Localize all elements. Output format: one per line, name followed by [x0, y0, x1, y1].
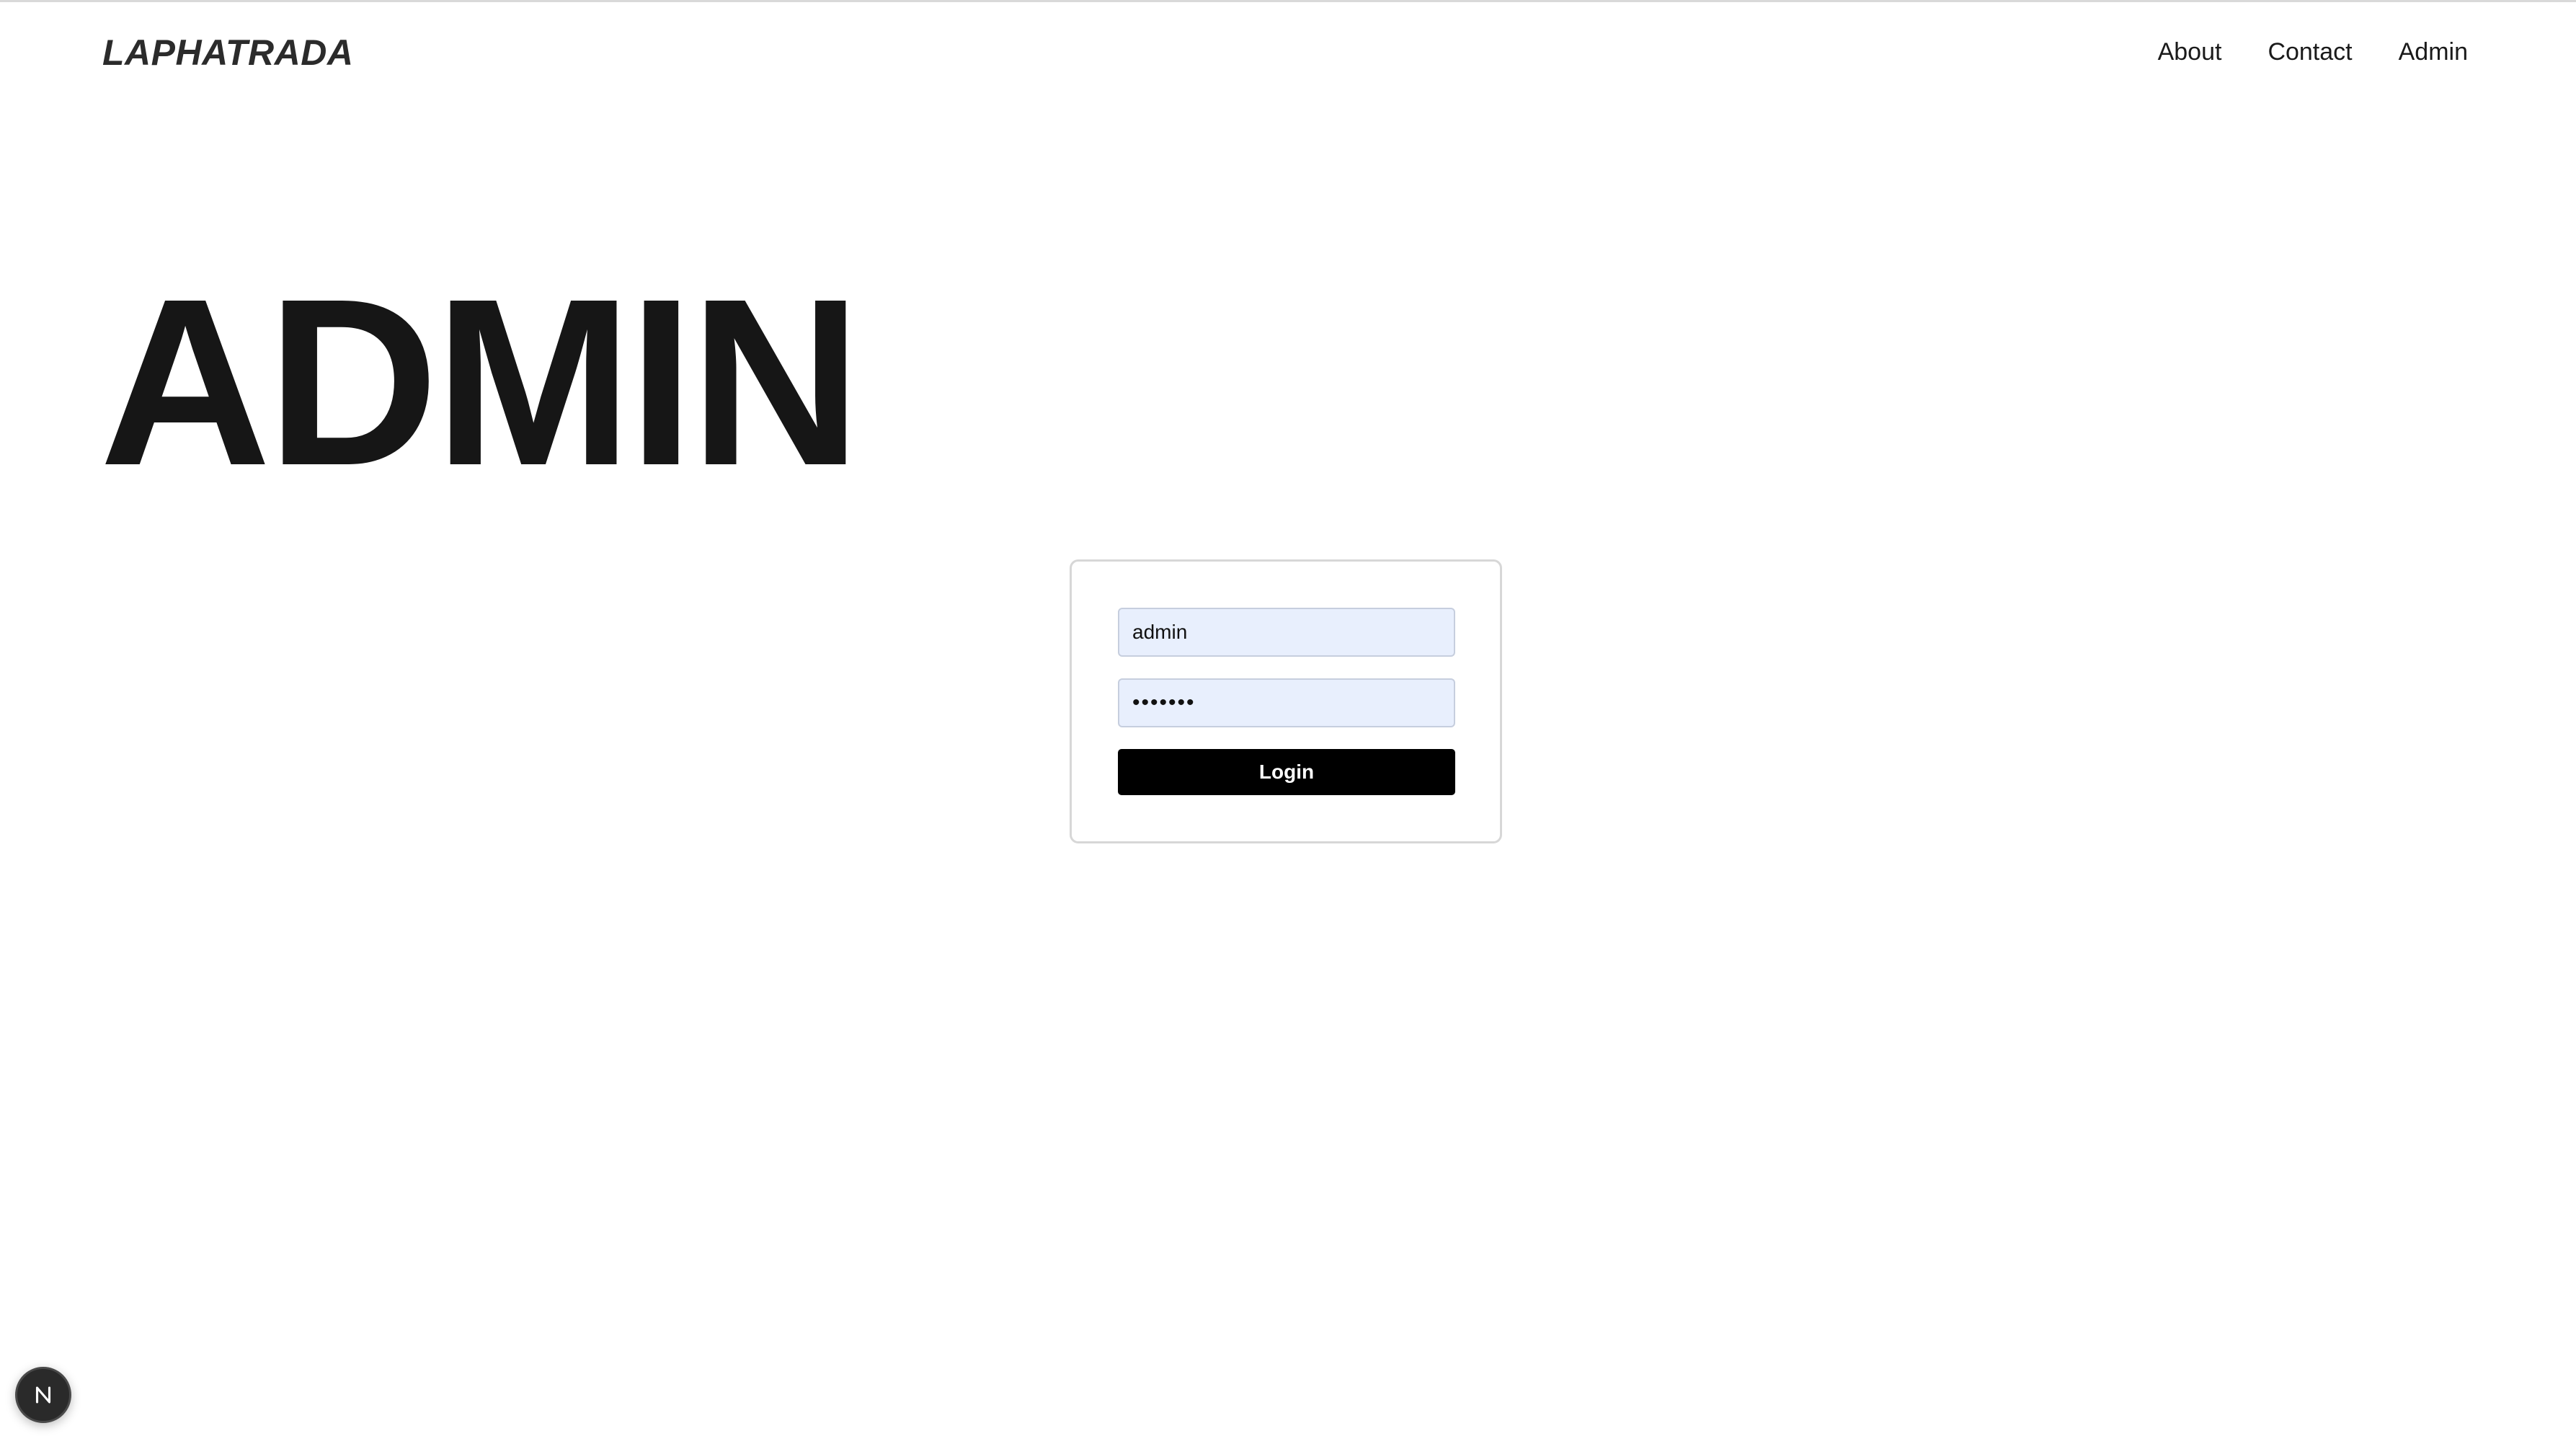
- username-input[interactable]: [1118, 608, 1455, 657]
- login-form: Login: [1118, 608, 1455, 795]
- page-title: ADMIN: [99, 249, 862, 515]
- login-button[interactable]: Login: [1118, 749, 1455, 795]
- password-input[interactable]: [1118, 678, 1455, 727]
- site-logo[interactable]: LAPHATRADA: [102, 32, 353, 74]
- site-header: LAPHATRADA About Contact Admin: [0, 0, 2576, 108]
- nav-link-about[interactable]: About: [2158, 36, 2222, 68]
- nav-link-contact[interactable]: Contact: [2268, 36, 2352, 68]
- nextjs-n-icon: [35, 1386, 51, 1404]
- nav-link-admin[interactable]: Admin: [2399, 36, 2468, 68]
- main-nav: About Contact Admin: [2158, 36, 2468, 68]
- login-card: Login: [1070, 559, 1502, 843]
- nextjs-dev-indicator[interactable]: [15, 1367, 71, 1423]
